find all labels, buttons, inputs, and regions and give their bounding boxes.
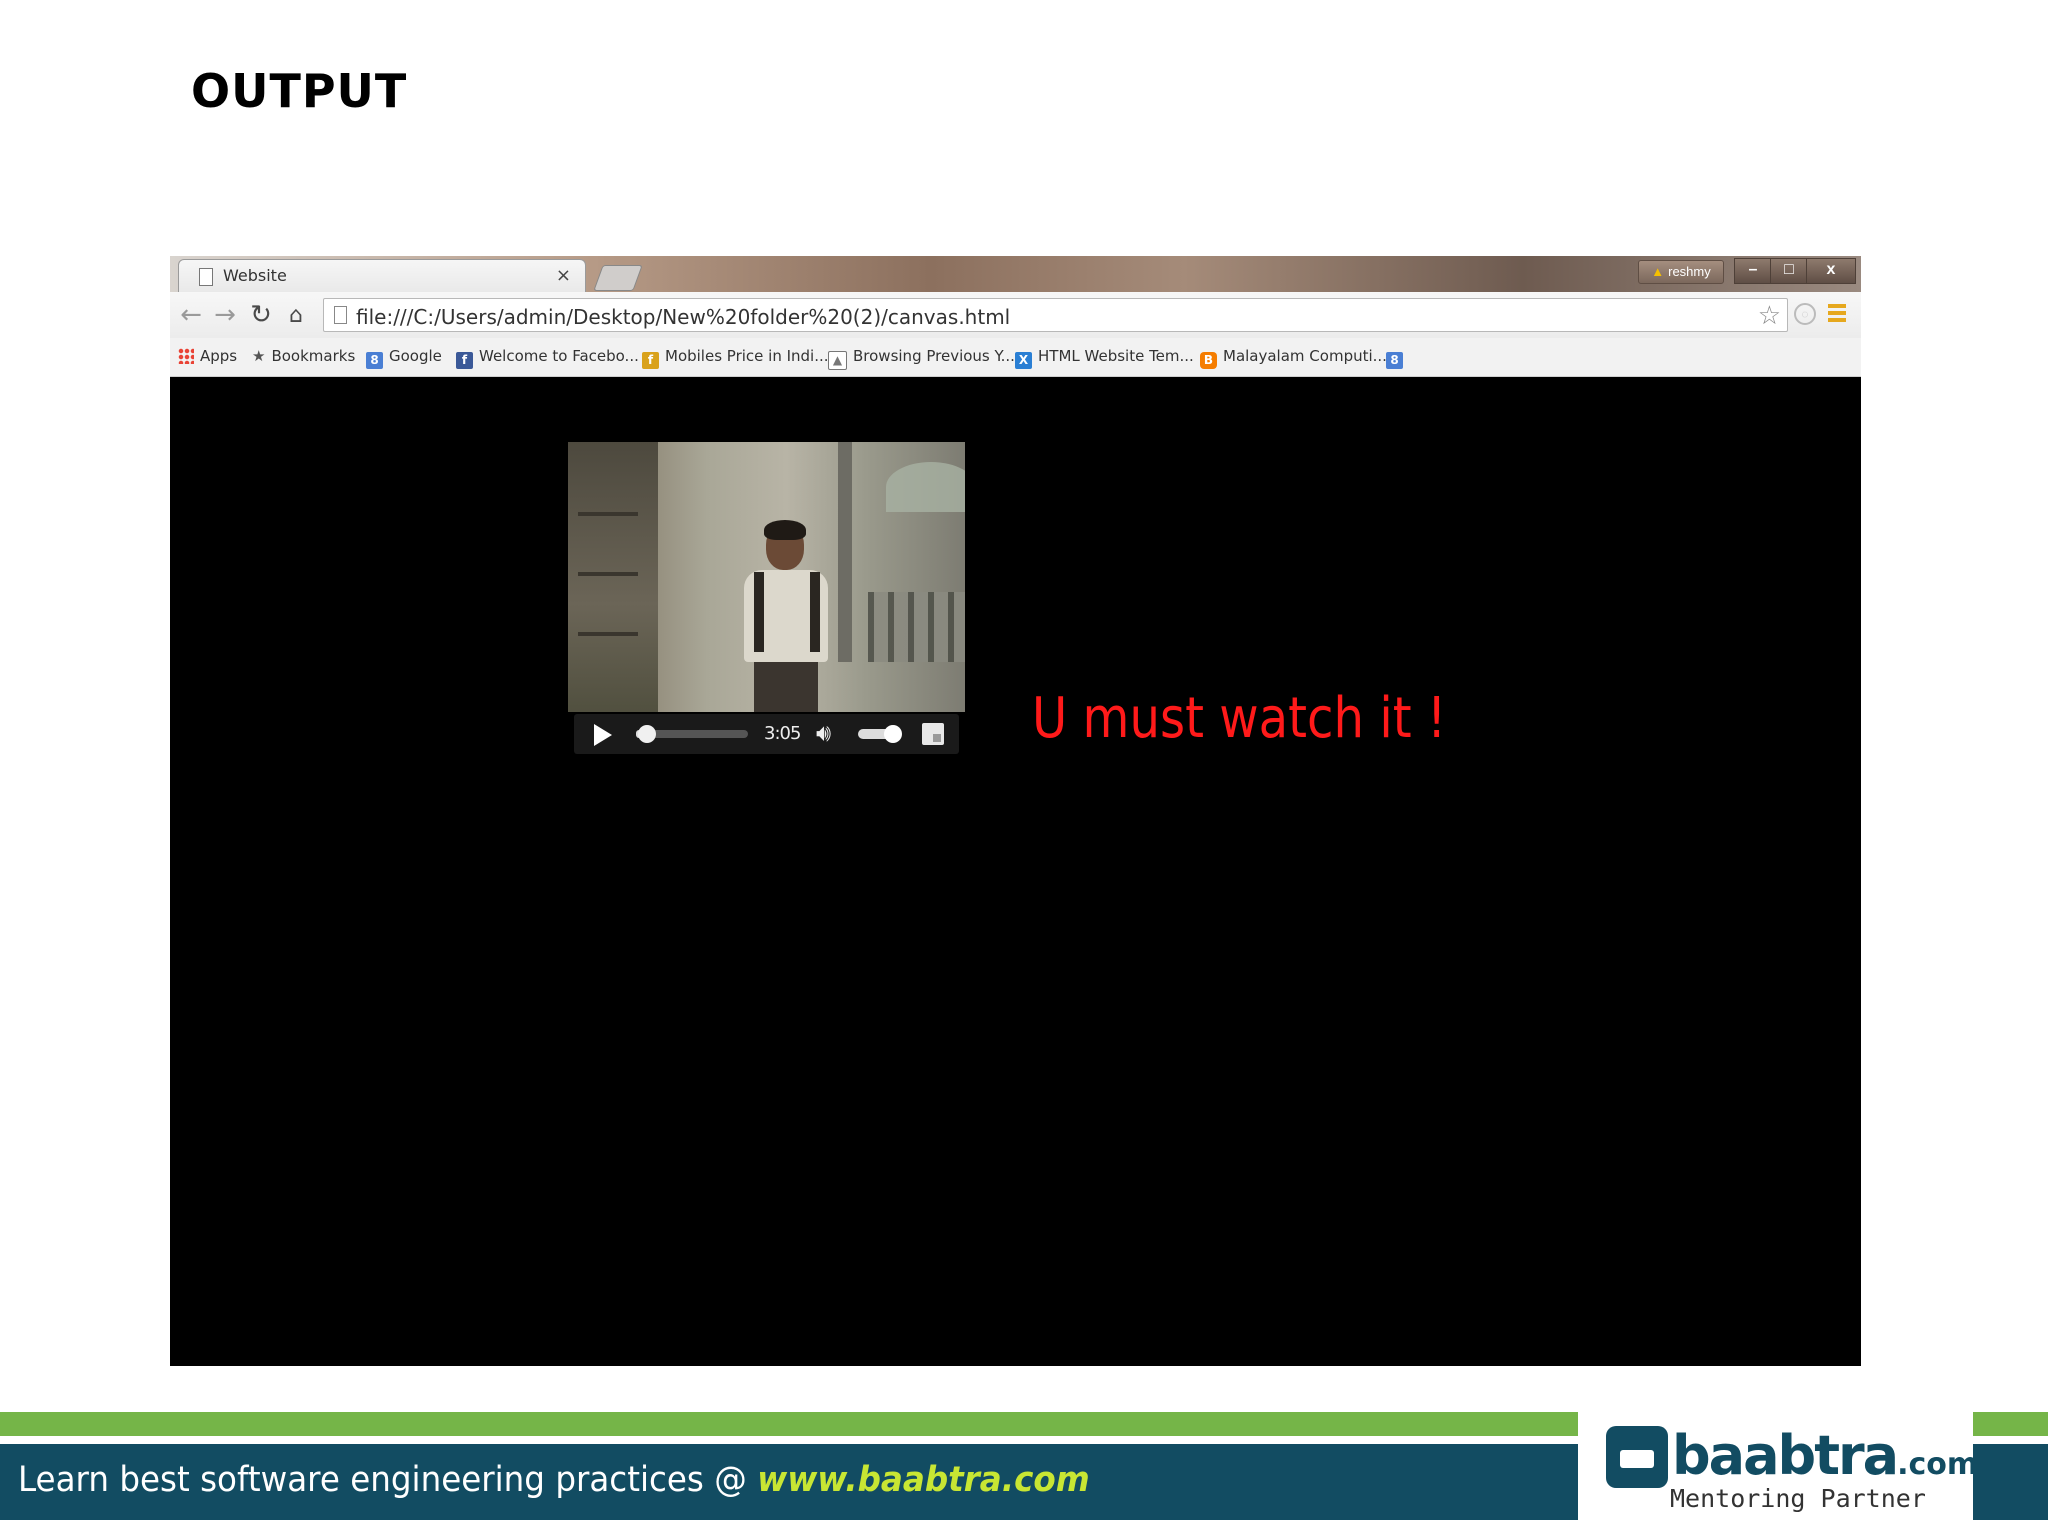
video-time: 3:05 bbox=[764, 723, 801, 744]
image-icon: ▲ bbox=[828, 351, 847, 370]
user-profile-button[interactable]: ▲ reshmy bbox=[1638, 260, 1724, 284]
volume-handle[interactable] bbox=[884, 725, 902, 743]
bookmark-label: Bookmarks bbox=[271, 347, 356, 365]
html-template-icon: X bbox=[1015, 352, 1032, 369]
bookmark-label: Malayalam Computi... bbox=[1223, 347, 1387, 365]
warning-icon: ▲ bbox=[1651, 264, 1665, 279]
bookmark-label: Apps bbox=[200, 347, 238, 365]
address-bar[interactable]: file:///C:/Users/admin/Desktop/New%20fol… bbox=[323, 298, 1788, 332]
bookmark-label: Browsing Previous Y... bbox=[853, 347, 1015, 365]
seek-bar[interactable] bbox=[636, 725, 748, 743]
video-scene-wall bbox=[568, 442, 658, 712]
video-scene-pole bbox=[838, 442, 852, 662]
bookmark-bookmarks[interactable]: ★ Bookmarks bbox=[252, 347, 355, 365]
mobiles-icon: f bbox=[642, 352, 659, 369]
page-icon bbox=[334, 306, 347, 324]
play-icon[interactable] bbox=[594, 724, 612, 746]
bookmark-star-icon[interactable]: ☆ bbox=[1758, 300, 1781, 331]
bookmark-malayalam[interactable]: B Malayalam Computi... bbox=[1200, 347, 1387, 369]
bookmark-mobiles[interactable]: f Mobiles Price in Indi... bbox=[642, 347, 829, 369]
close-window-button[interactable]: x bbox=[1806, 258, 1856, 284]
bookmark-label: Google bbox=[389, 347, 442, 365]
footer-text: Learn best software engineering practice… bbox=[18, 1460, 1090, 1500]
tab-close-icon[interactable]: × bbox=[556, 265, 571, 286]
video-player[interactable]: 3:05 🔊︎ bbox=[568, 442, 965, 754]
video-frame[interactable] bbox=[568, 442, 965, 712]
new-tab-button[interactable] bbox=[593, 265, 643, 291]
apps-grid-icon bbox=[178, 348, 194, 364]
reload-icon[interactable]: ↻ bbox=[246, 300, 276, 330]
navigation-toolbar: ← → ↻ ⌂ file:///C:/Users/admin/Desktop/N… bbox=[170, 292, 1861, 339]
tagline-text: U must watch it ! bbox=[1032, 686, 1447, 751]
back-icon[interactable]: ← bbox=[176, 300, 206, 330]
footer-green-strip bbox=[0, 1412, 1578, 1436]
video-scene-railing bbox=[868, 592, 965, 662]
bookmark-label: Welcome to Facebo... bbox=[479, 347, 639, 365]
logo-subtitle: Mentoring Partner bbox=[1670, 1484, 1926, 1513]
home-icon[interactable]: ⌂ bbox=[281, 303, 311, 328]
bookmark-facebook[interactable]: f Welcome to Facebo... bbox=[456, 347, 639, 369]
address-url: file:///C:/Users/admin/Desktop/New%20fol… bbox=[356, 305, 1011, 329]
fullscreen-icon[interactable] bbox=[922, 723, 944, 745]
bookmark-label: Mobiles Price in Indi... bbox=[665, 347, 829, 365]
logo-suffix: .com bbox=[1897, 1447, 1979, 1482]
baabtra-logo: baabtra.com Mentoring Partner bbox=[1600, 1410, 1978, 1522]
browser-window: Website × ▲ reshmy – □ x ← → ↻ ⌂ file:///… bbox=[170, 256, 1861, 1366]
bookmark-label: HTML Website Tem... bbox=[1038, 347, 1194, 365]
logo-name: baabtra.com bbox=[1672, 1424, 1978, 1487]
google-plus-icon: 8 bbox=[1386, 352, 1403, 369]
bookmark-google-2[interactable]: 8 bbox=[1386, 347, 1409, 369]
blogger-icon: B bbox=[1200, 352, 1217, 369]
footer-band-right bbox=[1973, 1444, 2048, 1520]
document-icon bbox=[199, 268, 213, 286]
volume-slider[interactable] bbox=[858, 725, 902, 743]
footer-message: Learn best software engineering practice… bbox=[18, 1460, 758, 1500]
footer-green-strip-right bbox=[1973, 1412, 2048, 1436]
restore-button[interactable]: □ bbox=[1770, 258, 1808, 284]
bookmarks-bar: Apps ★ Bookmarks 8 Google f Welcome to Face… bbox=[170, 338, 1861, 377]
logo-mark-icon bbox=[1606, 1426, 1668, 1488]
extension-icon[interactable]: ◌ bbox=[1794, 303, 1816, 325]
video-controls: 3:05 🔊︎ bbox=[574, 714, 959, 754]
tab-title: Website bbox=[223, 266, 287, 285]
slide-title: OUTPUT bbox=[191, 64, 408, 118]
google-plus-icon: 8 bbox=[366, 352, 383, 369]
seek-handle[interactable] bbox=[637, 725, 656, 743]
bookmark-google[interactable]: 8 Google bbox=[366, 347, 442, 369]
bookmark-browsing[interactable]: ▲ Browsing Previous Y... bbox=[828, 347, 1015, 370]
footer-band: Learn best software engineering practice… bbox=[0, 1444, 1578, 1520]
menu-icon[interactable] bbox=[1828, 304, 1846, 325]
title-bar: Website × ▲ reshmy – □ x bbox=[170, 256, 1861, 292]
bookmark-apps[interactable]: Apps bbox=[178, 347, 237, 365]
facebook-icon: f bbox=[456, 352, 473, 369]
browser-tab[interactable]: Website × bbox=[178, 259, 586, 292]
footer-url[interactable]: www.baabtra.com bbox=[757, 1460, 1090, 1500]
volume-icon[interactable]: 🔊︎ bbox=[816, 720, 831, 748]
video-scene-umbrella bbox=[886, 462, 965, 512]
minimize-button[interactable]: – bbox=[1734, 258, 1772, 284]
logo-name-text: baabtra bbox=[1672, 1424, 1899, 1487]
forward-icon[interactable]: → bbox=[210, 300, 240, 330]
bookmark-html-template[interactable]: X HTML Website Tem... bbox=[1015, 347, 1194, 369]
star-icon: ★ bbox=[252, 347, 266, 365]
user-label: reshmy bbox=[1668, 264, 1711, 279]
